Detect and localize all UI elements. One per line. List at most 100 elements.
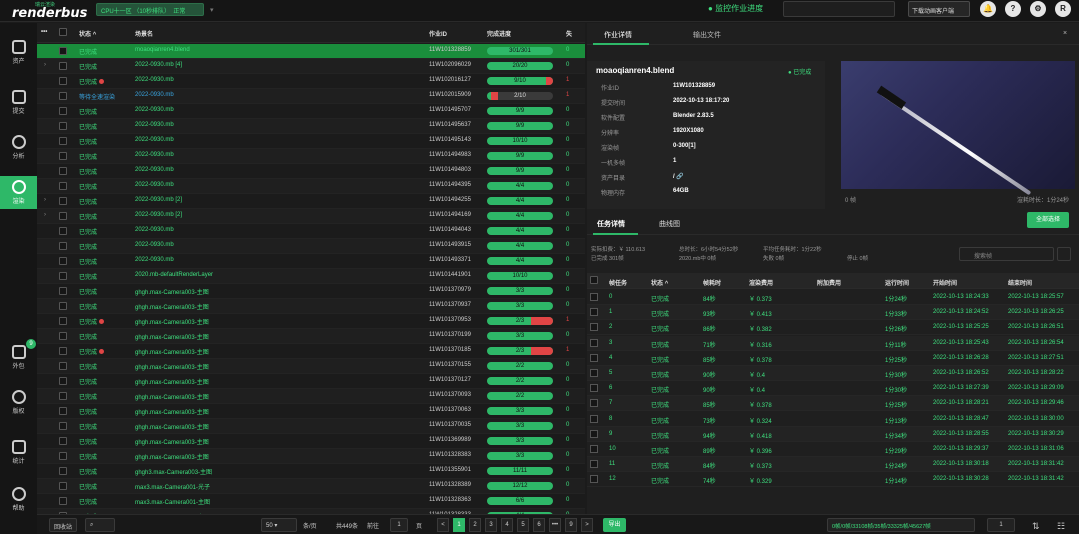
row-checkbox[interactable] bbox=[59, 137, 67, 145]
table-row[interactable]: 等待全速渲染 2022-0930.mb 11W102015909 2/10 1 bbox=[37, 89, 585, 104]
row-scene-name[interactable]: moaoqianren4.blend bbox=[135, 47, 190, 53]
page-ellipsis[interactable]: ••• bbox=[549, 518, 561, 532]
row-checkbox[interactable] bbox=[59, 182, 67, 190]
page-9[interactable]: 9 bbox=[565, 518, 577, 532]
task-checkbox[interactable] bbox=[590, 429, 598, 438]
select-all-button[interactable]: 全部选择 bbox=[1027, 212, 1069, 228]
table-row[interactable]: 已完成 2022-0930.mb 11W101494983 9/9 0 bbox=[37, 149, 585, 164]
row-checkbox[interactable] bbox=[59, 407, 67, 415]
tab-job-detail[interactable]: 作业详情 bbox=[604, 30, 632, 40]
task-checkbox[interactable] bbox=[590, 369, 598, 377]
row-scene-name[interactable]: ghgh.max-Camera003-主图 bbox=[135, 347, 209, 356]
task-checkbox[interactable] bbox=[590, 323, 598, 332]
row-scene-name[interactable]: ghgh3.max-Camera003-主图 bbox=[135, 467, 212, 476]
row-scene-name[interactable]: 2022-0930.mb [2] bbox=[135, 197, 182, 203]
table-row[interactable]: 已完成 max3.max-Camera001-光子 11W101328389 12/1… bbox=[37, 479, 585, 494]
row-scene-name[interactable]: ghgh.max-Camera003-主图 bbox=[135, 377, 209, 386]
row-checkbox[interactable] bbox=[59, 77, 67, 85]
expand-icon[interactable]: › bbox=[44, 197, 46, 203]
page-6[interactable]: 6 bbox=[533, 518, 545, 532]
sidebar-item-assets[interactable]: 资产 bbox=[0, 36, 37, 69]
row-scene-name[interactable]: 2022-0930.mb [2] bbox=[135, 212, 182, 218]
close-icon[interactable]: × bbox=[1063, 30, 1067, 37]
row-scene-name[interactable]: 2022-0930.mb bbox=[135, 107, 174, 113]
task-row[interactable]: 11 已完成 84秒 ￥ 0.373 1分24秒 2022-10-13 18:30:18 2… bbox=[587, 457, 1079, 473]
row-scene-name[interactable]: ghgh.max-Camera003-主图 bbox=[135, 332, 209, 341]
row-checkbox[interactable] bbox=[59, 227, 67, 235]
row-checkbox[interactable] bbox=[59, 422, 67, 430]
render-preview-image[interactable] bbox=[841, 61, 1075, 196]
sidebar-item-submit[interactable]: 提交 bbox=[0, 86, 37, 119]
table-row[interactable]: 已完成 ghgh.max-Camera003-主图 11W101369989 3/3 0 bbox=[37, 434, 585, 449]
help-icon[interactable]: ? bbox=[1005, 1, 1021, 17]
cpu-zone-selector[interactable]: CPU十一区 （10秒排队） 正常 ▾ bbox=[96, 3, 214, 16]
task-row[interactable]: 2 已完成 86秒 ￥ 0.382 1分26秒 2022-10-13 18:25:25 20… bbox=[587, 320, 1079, 336]
table-row[interactable]: 已完成 2022-0930.mb 11W102016127 9/10 1 bbox=[37, 74, 585, 89]
row-checkbox[interactable] bbox=[59, 272, 67, 280]
row-checkbox[interactable] bbox=[59, 437, 67, 445]
task-row[interactable]: 6 已完成 90秒 ￥ 0.4 1分30秒 2022-10-13 18:27:39 2022… bbox=[587, 381, 1079, 397]
more-columns-icon[interactable]: ••• bbox=[41, 29, 47, 35]
row-checkbox[interactable] bbox=[59, 317, 67, 325]
row-checkbox[interactable] bbox=[59, 92, 67, 100]
row-checkbox[interactable] bbox=[59, 167, 67, 175]
row-checkbox[interactable] bbox=[59, 107, 67, 115]
top-search-input[interactable] bbox=[783, 1, 895, 17]
task-row[interactable]: 9 已完成 94秒 ￥ 0.418 1分34秒 2022-10-13 18:28:55 20… bbox=[587, 426, 1079, 442]
recycle-bin-button[interactable]: 回收站 bbox=[49, 518, 78, 532]
row-checkbox[interactable] bbox=[59, 362, 67, 370]
task-checkbox[interactable] bbox=[590, 308, 598, 317]
sidebar-item-stats[interactable]: 统计 bbox=[0, 436, 37, 469]
page-size-select[interactable]: 50 ▾ bbox=[261, 518, 297, 532]
task-checkbox[interactable] bbox=[590, 353, 598, 362]
task-row[interactable]: 4 已完成 85秒 ￥ 0.378 1分25秒 2022-10-13 18:26:28 20… bbox=[587, 351, 1079, 366]
row-checkbox[interactable] bbox=[59, 257, 67, 265]
page-5[interactable]: 5 bbox=[517, 518, 529, 532]
row-checkbox[interactable] bbox=[59, 347, 67, 355]
prev-page-button[interactable]: < bbox=[437, 518, 449, 532]
sidebar-item-outsource[interactable]: 9 外包 bbox=[0, 339, 37, 374]
task-checkbox[interactable] bbox=[590, 475, 598, 484]
row-checkbox[interactable] bbox=[59, 62, 67, 70]
task-row[interactable]: 10 已完成 89秒 ￥ 0.396 1分29秒 2022-10-13 18:29:37 2… bbox=[587, 442, 1079, 457]
sort-toggle-icon[interactable]: ⇅ bbox=[1032, 521, 1040, 532]
select-all-checkbox[interactable] bbox=[59, 28, 67, 36]
table-row[interactable]: › 已完成 2022-0930.mb [2] 11W101494255 4/4 0 bbox=[37, 194, 585, 209]
table-row[interactable]: 已完成 2022-0930.mb 11W101494395 4/4 0 bbox=[37, 179, 585, 194]
table-row[interactable]: 已完成 max3.max-Camera001-主图 11W101328363 6/6 0 bbox=[37, 494, 585, 509]
user-avatar[interactable]: R bbox=[1055, 1, 1071, 17]
row-scene-name[interactable]: ghgh.max-Camera003-主图 bbox=[135, 392, 209, 401]
row-scene-name[interactable]: max3.max-Camera001-光子 bbox=[135, 482, 210, 491]
table-row[interactable]: 已完成 2020.mb-defaultRenderLayer 11W10144190… bbox=[37, 269, 585, 284]
task-checkbox[interactable] bbox=[590, 293, 598, 301]
table-row[interactable]: 已完成 2022-0930.mb 11W101494043 4/4 0 bbox=[37, 224, 585, 239]
gear-icon[interactable]: ⚙ bbox=[1030, 1, 1046, 17]
task-row[interactable]: 8 已完成 73秒 ￥ 0.324 1分13秒 2022-10-13 18:28:47 20… bbox=[587, 412, 1079, 427]
row-checkbox[interactable] bbox=[59, 392, 67, 400]
row-checkbox[interactable] bbox=[59, 212, 67, 220]
row-checkbox[interactable] bbox=[59, 122, 67, 130]
row-scene-name[interactable]: 2022-0930.mb bbox=[135, 167, 174, 173]
refresh-icon[interactable] bbox=[1057, 247, 1071, 261]
chevron-down-icon[interactable]: ▾ bbox=[210, 6, 214, 14]
table-row[interactable]: 已完成 ghgh.max-Camera003-主图 11W101370199 3/3 0 bbox=[37, 329, 585, 344]
table-row[interactable]: 已完成 2022-0930.mb 11W101493371 4/4 0 bbox=[37, 254, 585, 269]
row-checkbox[interactable] bbox=[59, 242, 67, 250]
row-scene-name[interactable]: 2022-0930.mb bbox=[135, 182, 174, 188]
table-row[interactable]: 已完成 2022-0930.mb 11W101495143 10/10 0 bbox=[37, 134, 585, 149]
row-scene-name[interactable]: 2022-0930.mb bbox=[135, 152, 174, 158]
table-row[interactable]: 已完成 ghgh.max-Camera003-主图 11W101370127 2/2 0 bbox=[37, 374, 585, 389]
table-row[interactable]: 已完成 ghgh.max-Camera003-主图 11W101370979 3/3 0 bbox=[37, 284, 585, 299]
expand-icon[interactable]: › bbox=[44, 212, 46, 218]
task-checkbox[interactable] bbox=[590, 445, 598, 453]
table-row[interactable]: 已完成 2022-0930.mb 11W101495637 9/9 0 bbox=[37, 119, 585, 134]
row-scene-name[interactable]: ghgh.max-Camera003-主图 bbox=[135, 362, 209, 371]
export-button[interactable]: 导出 bbox=[603, 518, 626, 532]
tab-output-files[interactable]: 输出文件 bbox=[693, 30, 721, 40]
row-scene-name[interactable]: 2022-0930.mb bbox=[135, 122, 174, 128]
row-scene-name[interactable]: 2022-0930.mb bbox=[135, 77, 174, 83]
goto-page-input[interactable]: 1 bbox=[390, 518, 408, 532]
table-row[interactable]: 已完成 2022-0930.mb 11W101494803 9/9 0 bbox=[37, 164, 585, 179]
task-status-header[interactable]: 状态 ^ bbox=[651, 278, 668, 287]
row-scene-name[interactable]: 2022-0930.mb bbox=[135, 242, 174, 248]
